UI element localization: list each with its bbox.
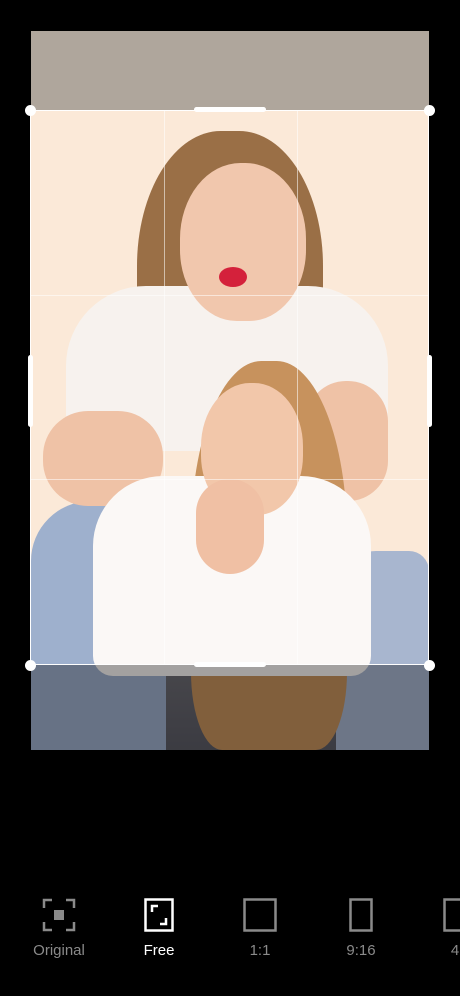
square-ratio-icon <box>243 892 277 938</box>
crop-edge-handle-right[interactable] <box>427 355 432 427</box>
crop-dim-top <box>31 31 429 110</box>
ratio-option-4[interactable]: 4 <box>410 880 460 970</box>
grid-line-vertical-2 <box>297 111 298 664</box>
ratio-option-1-1[interactable]: 1:1 <box>215 880 305 970</box>
crop-dim-bottom <box>31 665 429 750</box>
ratio-icon <box>443 892 460 938</box>
crop-handle-bottom-right[interactable] <box>424 660 435 671</box>
ratio-label-1-1: 1:1 <box>249 942 271 959</box>
focus-frame-icon <box>42 892 76 938</box>
crop-frame[interactable] <box>30 110 429 665</box>
ratio-label-original: Original <box>33 942 85 959</box>
ratio-option-9-16[interactable]: 9:16 <box>316 880 406 970</box>
grid-line-vertical-1 <box>164 111 165 664</box>
ratio-label-4: 4 <box>450 942 460 959</box>
grid-line-horizontal-1 <box>31 295 428 296</box>
crop-ratio-toolbar: Original Free 1:1 9:16 4 <box>0 880 460 970</box>
crop-edge-handle-left[interactable] <box>28 355 33 427</box>
crop-edge-handle-bottom[interactable] <box>194 662 266 667</box>
ratio-label-free: Free <box>143 942 175 959</box>
grid-line-horizontal-2 <box>31 479 428 480</box>
crop-handle-bottom-left[interactable] <box>25 660 36 671</box>
ratio-option-original[interactable]: Original <box>14 880 104 970</box>
free-crop-icon <box>144 892 174 938</box>
ratio-label-9-16: 9:16 <box>346 942 376 959</box>
crop-handle-top-right[interactable] <box>424 105 435 116</box>
ratio-option-free[interactable]: Free <box>114 880 204 970</box>
portrait-ratio-icon <box>349 892 373 938</box>
crop-edge-handle-top[interactable] <box>194 107 266 112</box>
crop-handle-top-left[interactable] <box>25 105 36 116</box>
